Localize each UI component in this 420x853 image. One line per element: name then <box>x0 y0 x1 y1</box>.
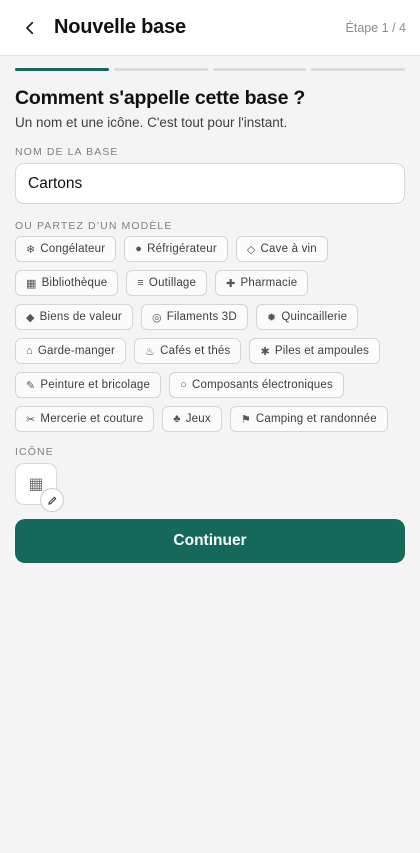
template-chip-label: Biens de valeur <box>39 311 122 323</box>
chevron-left-icon <box>26 21 34 35</box>
template-chip-label: Composants électroniques <box>191 379 333 391</box>
template-chip[interactable]: ✚ Pharmacie <box>215 270 309 296</box>
template-chip-icon: ✂ <box>26 413 36 426</box>
name-field-label: NOM DE LA BASE <box>15 146 119 158</box>
templates-label: OU PARTEZ D’UN MODÈLE <box>15 220 173 232</box>
template-chip-icon: ⌂ <box>26 345 33 357</box>
template-chip[interactable]: ○ Composants électroniques <box>169 372 344 398</box>
edit-icon-button[interactable] <box>40 488 64 512</box>
base-name-input[interactable] <box>15 163 405 204</box>
page-title: Nouvelle base <box>54 16 186 38</box>
template-chip[interactable]: ▦ Bibliothèque <box>15 270 119 296</box>
template-row: ⌂ Garde-manger ♨ Cafés et thés ✱ Piles et amp… <box>15 338 410 364</box>
template-chip-icon: ⚑ <box>240 413 251 426</box>
template-chips: ❄ Congélateur ● Réfrigérateur ◇ Cave à vin ▦ Bi… <box>15 236 410 440</box>
icon-label: ICÔNE <box>15 446 54 458</box>
template-chip[interactable]: ✎ Peinture et bricolage <box>15 372 162 398</box>
template-chip-label: Jeux <box>185 413 211 425</box>
pencil-icon <box>47 496 56 505</box>
template-chip-icon: ◎ <box>151 311 162 324</box>
question-title: Comment s'appelle cette base ? <box>15 87 306 109</box>
progress-segment-4 <box>311 68 405 71</box>
template-chip[interactable]: ⌂ Garde-manger <box>15 338 127 364</box>
step-indicator: Étape 1 / 4 <box>345 21 406 35</box>
template-chip-icon: ≡ <box>137 277 144 289</box>
template-chip[interactable]: ✱ Piles et ampoules <box>249 338 381 364</box>
progress-segment-1 <box>15 68 109 71</box>
template-chip-label: Pharmacie <box>240 277 298 289</box>
template-chip-icon: ♨ <box>145 345 156 358</box>
progress-bar <box>15 68 405 71</box>
template-chip[interactable]: ≡ Outillage <box>126 270 208 296</box>
template-chip-label: Piles et ampoules <box>274 345 370 357</box>
template-chip-icon: ✚ <box>226 277 236 290</box>
template-row: ✂ Mercerie et couture ♣ Jeux ⚑ Camping et ran… <box>15 406 410 432</box>
template-chip[interactable]: ◎ Filaments 3D <box>140 304 248 330</box>
template-chip-icon: ◇ <box>246 243 256 256</box>
template-chip-icon: ● <box>135 243 143 255</box>
template-chip-label: Cave à vin <box>260 243 317 255</box>
template-chip[interactable]: ⚑ Camping et randonnée <box>229 406 388 432</box>
template-chip-icon: ✹ <box>266 311 277 324</box>
template-chip-label: Peinture et bricolage <box>40 379 151 391</box>
template-row: ❄ Congélateur ● Réfrigérateur ◇ Cave à vin <box>15 236 410 262</box>
template-chip-label: Réfrigérateur <box>147 243 217 255</box>
template-chip-label: Camping et randonnée <box>255 413 377 425</box>
grid-icon: ▦ <box>28 476 44 493</box>
template-chip[interactable]: ● Réfrigérateur <box>124 236 228 262</box>
template-chip-label: Quincaillerie <box>281 311 348 323</box>
back-button[interactable] <box>14 12 46 44</box>
template-chip-label: Bibliothèque <box>41 277 108 289</box>
template-chip-label: Outillage <box>148 277 197 289</box>
template-chip[interactable]: ✂ Mercerie et couture <box>15 406 155 432</box>
continue-button[interactable]: Continuer <box>15 519 405 563</box>
template-chip-icon: ○ <box>180 379 187 391</box>
template-chip-label: Cafés et thés <box>160 345 231 357</box>
template-chip-label: Congélateur <box>40 243 106 255</box>
progress-segment-3 <box>212 68 307 71</box>
template-chip-icon: ❄ <box>26 243 36 256</box>
template-chip-icon: ✎ <box>26 379 36 392</box>
template-chip[interactable]: ◆ Biens de valeur <box>15 304 133 330</box>
template-chip-icon: ♣ <box>173 413 181 425</box>
template-row: ✎ Peinture et bricolage ○ Composants électr… <box>15 372 410 398</box>
template-chip[interactable]: ◇ Cave à vin <box>235 236 328 262</box>
template-chip-icon: ◆ <box>26 311 35 324</box>
template-row: ▦ Bibliothèque ≡ Outillage ✚ Pharmacie <box>15 270 410 296</box>
template-chip[interactable]: ♨ Cafés et thés <box>134 338 242 364</box>
template-chip-icon: ✱ <box>260 345 270 358</box>
question-subtitle: Un nom et une icône. C'est tout pour l'i… <box>15 115 288 130</box>
template-chip-icon: ▦ <box>26 277 37 290</box>
template-chip[interactable]: ❄ Congélateur <box>15 236 117 262</box>
template-chip[interactable]: ✹ Quincaillerie <box>255 304 359 330</box>
template-chip[interactable]: ♣ Jeux <box>162 406 222 432</box>
template-row: ◆ Biens de valeur ◎ Filaments 3D ✹ Quincaille… <box>15 304 410 330</box>
template-chip-label: Filaments 3D <box>166 311 237 323</box>
template-chip-label: Garde-manger <box>37 345 116 357</box>
template-chip-label: Mercerie et couture <box>40 413 144 425</box>
progress-segment-2 <box>113 68 208 71</box>
app-header: Nouvelle base Étape 1 / 4 <box>0 0 420 56</box>
